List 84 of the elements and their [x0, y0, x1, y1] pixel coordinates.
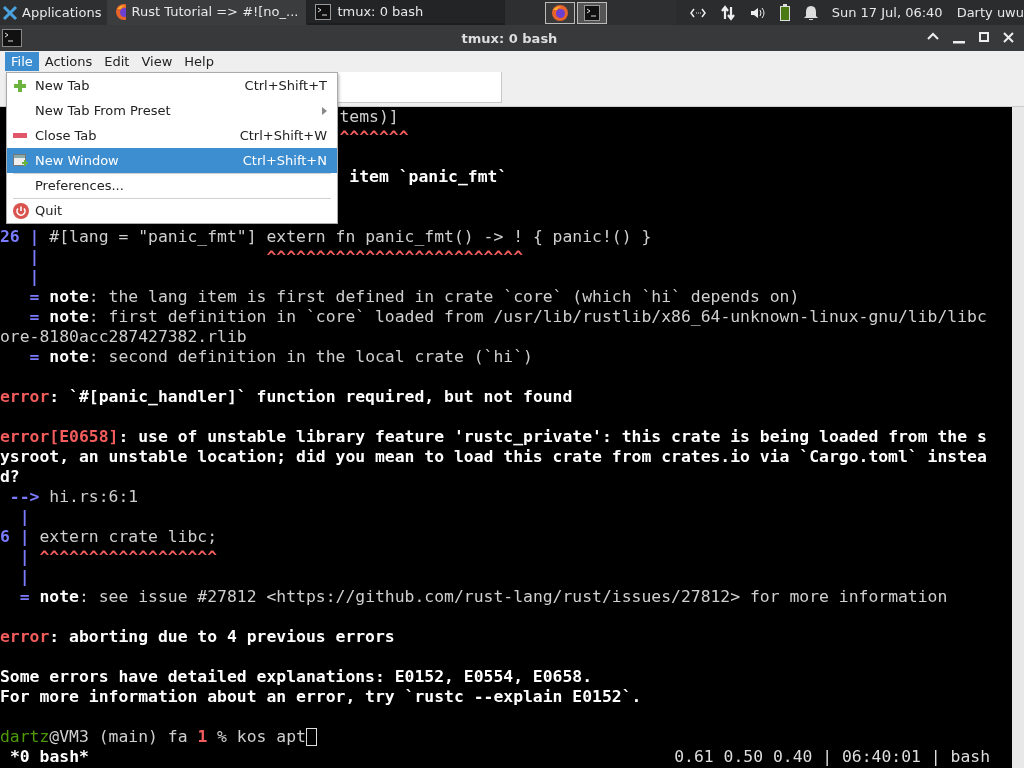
- terminal-text: Some errors have detailed explanations: E0152, E0554, E0658.: [0, 667, 593, 687]
- terminal-text: note: [38, 587, 79, 607]
- terminal-text: ^^^^^^^^^^^^^^^^^^: [38, 547, 218, 567]
- terminal-text: d?: [0, 467, 20, 487]
- menu-bar-item[interactable]: View: [135, 52, 179, 71]
- terminal-text: |: [28, 247, 40, 267]
- terminal-text: =: [28, 287, 40, 307]
- user-name[interactable]: Darty uwu: [956, 5, 1024, 20]
- terminal-icon: [2, 29, 22, 47]
- menu-bar-item[interactable]: Edit: [98, 52, 136, 71]
- terminal-text: : second definition in the local crate (`hi`): [88, 347, 533, 367]
- terminal-text: : see issue #27812 <https://github.com/rust-lang/rust/issues/27812> for more information: [78, 587, 948, 607]
- terminal-text: ore-8180acc287427382.rlib: [0, 327, 247, 347]
- bell-icon[interactable]: [803, 5, 818, 20]
- taskbar-task[interactable]: Rust Tutorial => #![no_...: [107, 0, 308, 25]
- tmux-status-info: 0.61 0.50 0.40 | 06:40:01 | bash: [674, 747, 991, 767]
- terminal-text: @VM3 (main) fa: [49, 727, 189, 747]
- terminal-text: error[E0658]: [0, 427, 119, 447]
- chevron-up-icon[interactable]: [927, 32, 939, 40]
- plus-icon: [13, 78, 27, 93]
- terminal-text: |: [18, 547, 30, 567]
- terminal-icon: [315, 3, 332, 20]
- taskbar-task[interactable]: tmux: 0 bash: [307, 0, 506, 25]
- volume-icon[interactable]: [749, 5, 766, 20]
- terminal-icon: [584, 4, 601, 21]
- battery-icon[interactable]: [779, 4, 790, 21]
- terminal-text: error: [0, 627, 50, 647]
- terminal-text: : `#[panic_handler]` function required, but not found: [49, 387, 573, 407]
- terminal-text: : aborting due to 4 previous errors: [49, 627, 395, 647]
- terminal-text: note: [48, 307, 89, 327]
- terminal-text: =: [28, 347, 40, 367]
- terminal-text: dartz: [0, 727, 50, 747]
- terminal-text: |: [18, 507, 30, 527]
- menu-item[interactable]: Close Tab Ctrl+Shift+W: [7, 123, 337, 148]
- scrollbar[interactable]: [1012, 107, 1024, 768]
- text-cursor: [305, 728, 317, 746]
- menu-item[interactable]: Quit: [7, 198, 337, 223]
- terminal-text: ysroot, an unstable location; did you mean to load this crate from crates.io via `Cargo.toml` instea: [0, 447, 987, 467]
- window-title: tmux: 0 bash: [460, 30, 559, 46]
- terminal-text: : use of unstable library feature 'rustc_private': this crate is being loaded from the s: [118, 427, 987, 447]
- menu-bar-item[interactable]: Help: [178, 52, 220, 71]
- terminal-text: |: [18, 567, 30, 587]
- terminal-text: For more information about an error, try `rustc --explain E0152`.: [0, 687, 642, 707]
- launcher-button[interactable]: [577, 1, 608, 24]
- launcher-button[interactable]: [545, 1, 576, 24]
- tmux-window-label[interactable]: *0 bash*: [0, 747, 89, 767]
- menu-item[interactable]: Preferences...: [7, 173, 337, 198]
- terminal-text: note: [48, 287, 89, 307]
- terminal-text: tems)]: [339, 107, 399, 127]
- browser-icon: [551, 3, 570, 22]
- terminal-text: =: [18, 587, 30, 607]
- menu-item[interactable]: New Window Ctrl+Shift+N: [7, 148, 337, 173]
- terminal-text: ^^^^^^^^^^^^^^^^^^^^^^^^^^: [265, 247, 524, 267]
- terminal-text: : first definition in `core` loaded from /usr/lib/rustlib/x86_64-unknown-linux-gnu/lib/libc: [88, 307, 987, 327]
- power-icon: [13, 202, 29, 219]
- browser-icon: [115, 2, 126, 21]
- terminal-text: |: [28, 267, 40, 287]
- maximize-icon[interactable]: [979, 32, 989, 42]
- menu-bar-item[interactable]: File: [5, 52, 39, 71]
- terminal-text: 6 |: [0, 527, 30, 547]
- terminal-text: : the lang item is first defined in crate `core` (which `hi` depends on): [88, 287, 800, 307]
- terminal-text: note: [48, 347, 89, 367]
- terminal-text: #[lang = "panic_fmt"] extern fn panic_fmt() -> ! { panic!() }: [48, 227, 652, 247]
- terminal-text: 26 |: [0, 227, 40, 247]
- submenu-arrow-icon: [322, 106, 327, 115]
- terminal-text: % kos apt: [216, 727, 306, 747]
- menu-bar-item[interactable]: Actions: [38, 52, 99, 71]
- minus-icon: [13, 132, 27, 139]
- terminal-text: item `panic_fmt`: [348, 167, 508, 187]
- clock[interactable]: Sun 17 Jul, 06:40: [831, 5, 943, 20]
- terminal-text: extern crate libc;: [38, 527, 218, 547]
- window-icon: [13, 153, 28, 168]
- terminal-text: error: [0, 387, 50, 407]
- terminal-text: hi.rs:6:1: [48, 487, 139, 507]
- menu-item[interactable]: New Tab From Preset: [7, 98, 337, 123]
- terminal-text: 1: [197, 727, 208, 747]
- terminal-text: =: [28, 307, 40, 327]
- x-logo-icon: [2, 4, 18, 21]
- terminal-text: -->: [8, 487, 40, 507]
- applications-menu[interactable]: Applications: [0, 0, 108, 25]
- terminal-text: ^^^^^^^: [339, 127, 409, 147]
- transfer-icon[interactable]: [719, 4, 736, 21]
- network-icon[interactable]: [689, 7, 706, 18]
- close-icon[interactable]: [1003, 32, 1014, 43]
